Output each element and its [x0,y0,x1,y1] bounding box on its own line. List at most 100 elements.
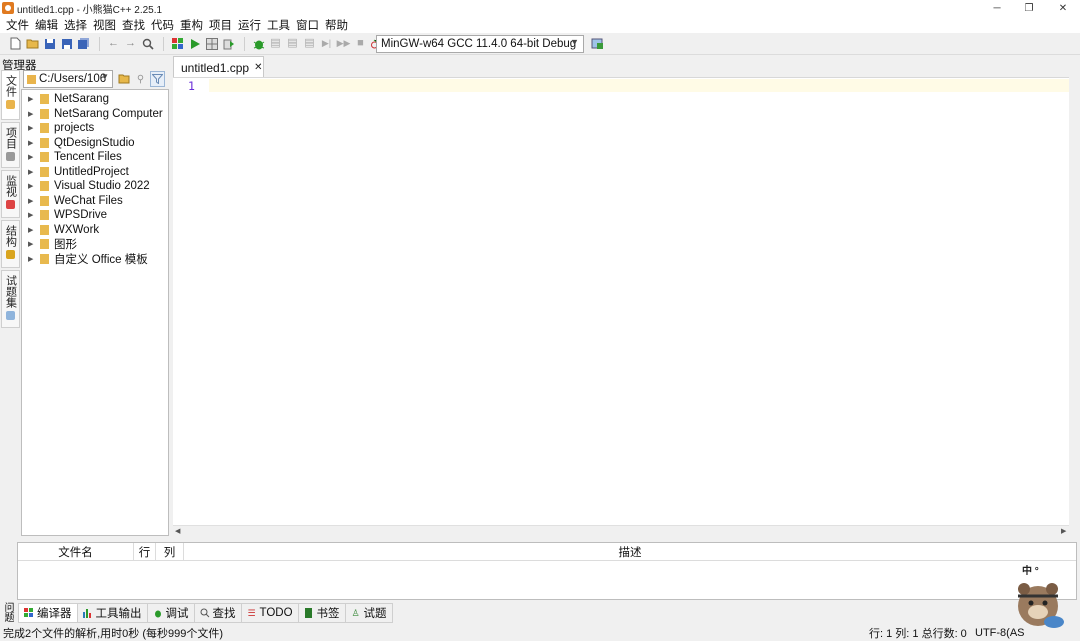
save-icon[interactable] [42,36,57,51]
compile-run-icon[interactable] [204,36,219,51]
new-file-icon[interactable] [8,36,23,51]
menu-edit[interactable]: 编辑 [33,17,62,33]
compile-icon[interactable] [170,36,185,51]
tab-bookmarks-label: 书签 [316,608,340,620]
vertical-scrollbar[interactable] [1069,77,1080,525]
tab-debug[interactable]: 调试 [146,603,195,623]
close-tab-icon[interactable]: ✕ [254,62,262,73]
tab-tool-output-label: 工具输出 [95,608,142,620]
undo-icon[interactable]: ← [106,36,121,51]
code-editor[interactable]: 1 [173,77,1069,525]
tree-item[interactable]: ▶ Visual Studio 2022 [28,179,150,193]
tree-item-label: Tencent Files [54,151,122,163]
flask-icon: ♙ [351,607,360,618]
tree-item[interactable]: ▶ projects [28,121,94,135]
problems-side-label[interactable]: 问题 [1,602,15,622]
column-line[interactable]: 行 [134,543,156,561]
step-into-icon[interactable]: ▤ [285,36,300,51]
search-icon [200,608,210,618]
side-tab-problem-set[interactable]: 试题集 [1,270,20,328]
menu-refactor[interactable]: 重构 [178,17,207,33]
folder-icon [40,166,49,177]
continue-icon[interactable]: ▶▶ [336,36,351,51]
scroll-left-icon[interactable]: ◀ [175,527,180,535]
line-number: 1 [188,79,195,93]
step-out-icon[interactable]: ▤ [302,36,317,51]
tab-compiler-label: 编译器 [37,608,72,620]
side-tab-structure[interactable]: 结构 [1,220,20,268]
chart-icon [82,608,93,618]
menu-help[interactable]: 帮助 [323,17,352,33]
location-button[interactable]: ⚲ [133,71,148,87]
step-over-icon[interactable]: ▤ [268,36,283,51]
tree-item[interactable]: ▶ NetSarang Computer [28,107,163,121]
close-button[interactable]: ✕ [1048,0,1078,16]
folder-icon [40,210,49,220]
column-description[interactable]: 描述 [184,543,1076,561]
tree-item-label: WPSDrive [54,209,108,221]
menu-code[interactable]: 代码 [149,17,178,33]
side-tab-files-label: 文件 [4,75,17,97]
run-to-cursor-icon[interactable]: ▶| [319,36,334,51]
stop-icon[interactable]: ■ [353,36,368,51]
menu-file[interactable]: 文件 [4,17,33,33]
editor-tab[interactable]: untitled1.cpp ✕ [173,56,264,78]
side-tab-watch[interactable]: 监视 [1,170,20,218]
tree-item[interactable]: ▶ 自定义 Office 模板 [28,252,148,266]
expand-arrow-icon: ▶ [28,255,34,263]
run-icon[interactable] [187,36,202,51]
minimize-button[interactable]: ─ [982,0,1012,16]
tab-bookmarks[interactable]: 书签 [297,603,346,623]
folder-icon [6,100,15,109]
expand-arrow-icon: ▶ [28,197,34,205]
maximize-button[interactable]: ❐ [1014,0,1044,16]
compiler-select[interactable]: MinGW-w64 GCC 11.4.0 64-bit Debug ▼ [376,35,584,53]
tree-item[interactable]: ▶ QtDesignStudio [28,136,135,150]
expand-arrow-icon: ▶ [28,241,34,248]
side-tab-files[interactable]: 文件 [1,70,20,120]
redo-icon[interactable]: → [123,36,138,51]
mascot-widget[interactable]: 中 ° [1004,562,1076,634]
tree-item[interactable]: ▶ WPSDrive [28,208,107,222]
tree-item[interactable]: ▶ Tencent Files [28,150,122,164]
side-tab-project[interactable]: 项目 [1,122,20,168]
scroll-right-icon[interactable]: ▶ [1061,527,1066,535]
find-icon[interactable] [140,36,155,51]
debug-icon[interactable] [251,36,266,51]
filter-button[interactable] [150,71,165,87]
menu-select[interactable]: 选择 [62,17,91,33]
expand-arrow-icon: ▶ [28,139,34,147]
tree-item-label: Visual Studio 2022 [54,180,150,192]
open-folder-button[interactable] [116,71,131,87]
tab-compiler[interactable]: 编译器 [18,603,78,623]
menu-tools[interactable]: 工具 [265,17,294,33]
tree-item[interactable]: ▶ 图形 [28,237,77,251]
tab-todo[interactable]: ☰ TODO [240,603,299,623]
tree-item[interactable]: ▶ NetSarang [28,92,109,106]
tree-item[interactable]: ▶ UntitledProject [28,165,129,179]
path-combo[interactable]: C:/Users/106 ▼ [23,70,113,88]
horizontal-scrollbar[interactable]: ◀ ▶ [173,525,1069,537]
open-icon[interactable] [25,36,40,51]
save-as-icon[interactable] [59,36,74,51]
options-icon[interactable] [590,36,605,51]
tab-problem[interactable]: ♙ 试题 [344,603,393,623]
menu-run[interactable]: 运行 [236,17,265,33]
cursor-position: 行: 1 列: 1 总行数: 0 [869,628,967,640]
folder-icon [40,181,49,191]
tree-item[interactable]: ▶ WeChat Files [28,194,123,208]
bottom-tab-bar: 编译器 工具输出 调试 查找 ☰ TODO 书签 ♙ 试题 [18,603,393,623]
menu-view[interactable]: 视图 [91,17,120,33]
tab-tool-output[interactable]: 工具输出 [76,603,148,623]
menu-search[interactable]: 查找 [120,17,149,33]
tree-item-label: QtDesignStudio [54,136,135,149]
tab-search[interactable]: 查找 [193,603,242,623]
tree-item[interactable]: ▶ WXWork [28,223,99,237]
column-filename[interactable]: 文件名 [18,543,134,561]
save-all-icon[interactable] [76,36,91,51]
tab-debug-label: 调试 [165,608,189,620]
rebuild-icon[interactable] [221,36,236,51]
column-col[interactable]: 列 [156,543,184,561]
menu-project[interactable]: 项目 [207,17,236,33]
menu-window[interactable]: 窗口 [294,17,323,33]
